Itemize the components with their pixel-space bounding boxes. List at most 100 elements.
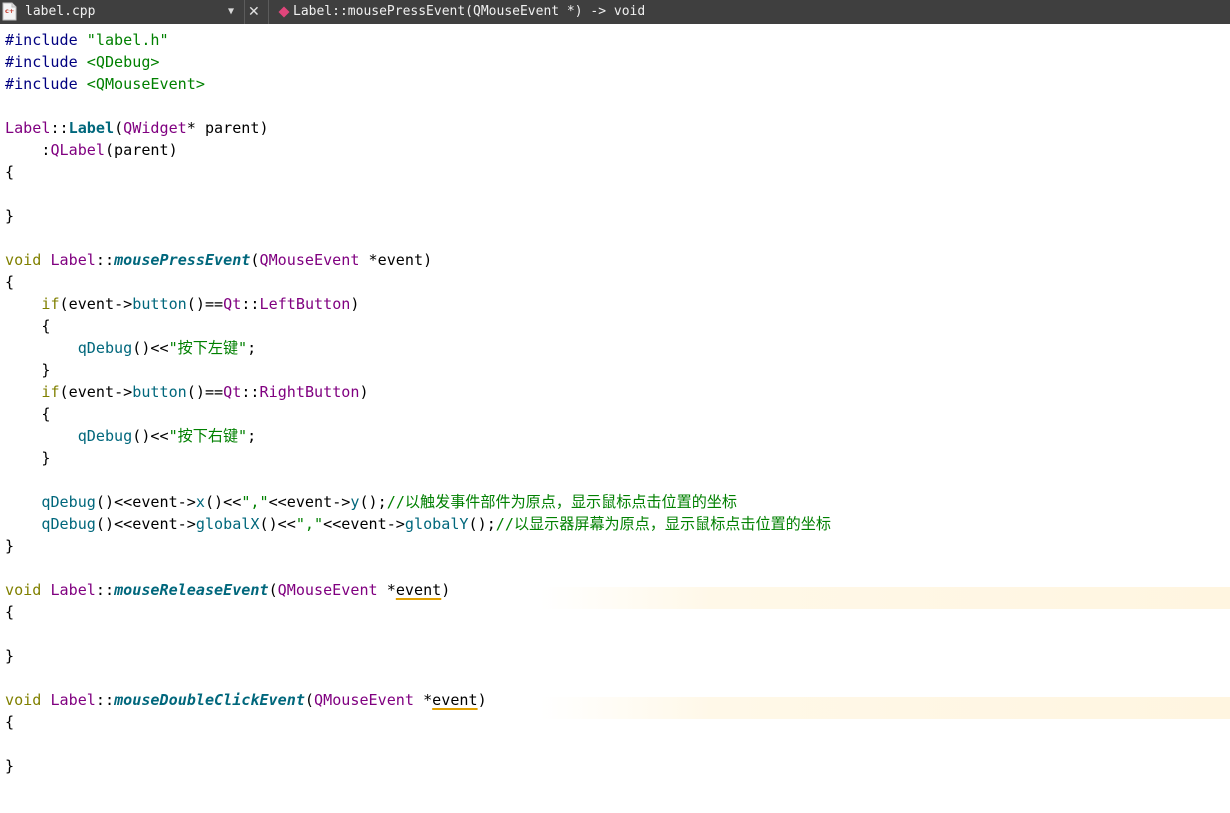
code-token: )	[359, 383, 369, 401]
code-token: ::	[95, 251, 115, 269]
editor-toolbar: c+ label.cpp ▼ ✕ Label::mousePressEvent(…	[0, 0, 1230, 24]
toolbar-divider	[268, 0, 269, 24]
code-token: <QDebug>	[86, 53, 160, 71]
code-token: #include	[5, 75, 87, 93]
code-token: qDebug	[77, 427, 133, 445]
code-line[interactable]: {	[5, 315, 50, 337]
code-token: }	[5, 449, 51, 467]
code-token: (	[114, 119, 124, 137]
close-icon[interactable]: ✕	[248, 3, 260, 21]
code-token: ::	[95, 691, 115, 709]
code-token: ::	[241, 383, 260, 401]
code-token: //以触发事件部件为原点，显示鼠标点击位置的坐标	[386, 493, 737, 511]
code-line[interactable]: {	[5, 161, 14, 183]
code-token: button	[132, 383, 187, 401]
code-token: qDebug	[77, 339, 133, 357]
code-token: ()<<event->	[95, 493, 196, 511]
code-line[interactable]: if(event->button()==Qt::LeftButton)	[5, 293, 359, 315]
code-line[interactable]: :QLabel(parent)	[5, 139, 177, 161]
symbol-selector[interactable]: Label::mousePressEvent(QMouseEvent *) ->…	[293, 3, 645, 21]
code-token: ()<<	[132, 427, 169, 445]
code-line[interactable]: void Label::mousePressEvent(QMouseEvent …	[5, 249, 432, 271]
code-line[interactable]: }	[5, 359, 50, 381]
code-line[interactable]: Label::Label(QWidget* parent)	[5, 117, 269, 139]
code-line[interactable]: {	[5, 271, 14, 293]
code-line[interactable]: void Label::mouseDoubleClickEvent(QMouse…	[5, 689, 487, 711]
code-token: ::	[95, 581, 115, 599]
code-token: ","	[295, 515, 324, 533]
code-token: ()<<	[132, 339, 169, 357]
code-token: Label	[50, 581, 96, 599]
code-token: }	[5, 361, 51, 379]
code-token: ;	[247, 339, 257, 357]
code-line[interactable]: }	[5, 755, 14, 777]
chevron-down-icon[interactable]: ▼	[228, 3, 234, 21]
code-token: ()==	[186, 295, 224, 313]
code-token: RightButton	[259, 383, 360, 401]
code-token: Label	[50, 251, 96, 269]
code-line[interactable]: }	[5, 447, 50, 469]
code-token: Label	[5, 119, 51, 137]
code-token: ()<<event->	[95, 515, 196, 533]
code-token: ;	[247, 427, 257, 445]
unused-parameter-warning: event	[395, 581, 442, 599]
code-token: #include	[5, 31, 87, 49]
code-line[interactable]: {	[5, 711, 14, 733]
code-line[interactable]: void Label::mouseReleaseEvent(QMouseEven…	[5, 579, 450, 601]
code-token: QLabel	[50, 141, 105, 159]
code-token: }	[5, 537, 15, 555]
function-symbol-icon	[278, 6, 290, 18]
code-token: if	[41, 383, 60, 401]
code-token: )	[477, 691, 487, 709]
code-token: *event)	[359, 251, 433, 269]
code-line[interactable]: qDebug()<<event->x()<<","<<event->y();//…	[5, 491, 737, 513]
code-token: globalX	[195, 515, 260, 533]
code-editor[interactable]: #include "label.h" #include <QDebug> #incl…	[0, 24, 1230, 813]
code-token: QMouseEvent	[259, 251, 360, 269]
code-token: ::	[50, 119, 69, 137]
code-line[interactable]: if(event->button()==Qt::RightButton)	[5, 381, 369, 403]
open-document-selector[interactable]: label.cpp	[25, 3, 95, 21]
code-token: ()<<	[204, 493, 242, 511]
code-token: {	[5, 713, 15, 731]
code-token: :	[5, 141, 51, 159]
toolbar-divider	[244, 0, 245, 24]
code-token: (	[304, 691, 315, 709]
code-line[interactable]: {	[5, 601, 14, 623]
code-line[interactable]: qDebug()<<event->globalX()<<","<<event->…	[5, 513, 831, 535]
code-token: {	[5, 163, 15, 181]
code-token: QMouseEvent	[277, 581, 378, 599]
code-token: *	[413, 691, 433, 709]
code-token: void	[5, 691, 42, 709]
code-token: mouseDoubleClickEvent	[114, 691, 305, 709]
code-line[interactable]: }	[5, 205, 14, 227]
code-token: )	[350, 295, 360, 313]
unused-parameter-warning: event	[432, 691, 478, 709]
code-token: Label	[50, 691, 96, 709]
code-token: QWidget	[123, 119, 187, 137]
code-token: mouseReleaseEvent	[114, 581, 269, 599]
code-line[interactable]: qDebug()<<"按下右键";	[5, 425, 257, 447]
code-line[interactable]: #include <QDebug>	[5, 51, 160, 73]
code-token: Label	[68, 119, 115, 137]
code-token: QMouseEvent	[314, 691, 414, 709]
code-token: <<event->	[323, 515, 405, 533]
code-token: (	[268, 581, 278, 599]
code-line[interactable]: qDebug()<<"按下左键";	[5, 337, 257, 359]
code-line[interactable]: }	[5, 645, 14, 667]
code-line[interactable]: }	[5, 535, 14, 557]
code-line[interactable]: #include <QMouseEvent>	[5, 73, 205, 95]
code-token: "label.h"	[86, 31, 169, 49]
code-token: * parent)	[186, 119, 269, 137]
code-token: #include	[5, 53, 87, 71]
code-line[interactable]: {	[5, 403, 50, 425]
code-line[interactable]: #include "label.h"	[5, 29, 169, 51]
code-token: "按下左键"	[168, 339, 248, 357]
code-token: "按下右键"	[168, 427, 248, 445]
code-token: )	[441, 581, 451, 599]
code-token: (event->	[59, 295, 133, 313]
